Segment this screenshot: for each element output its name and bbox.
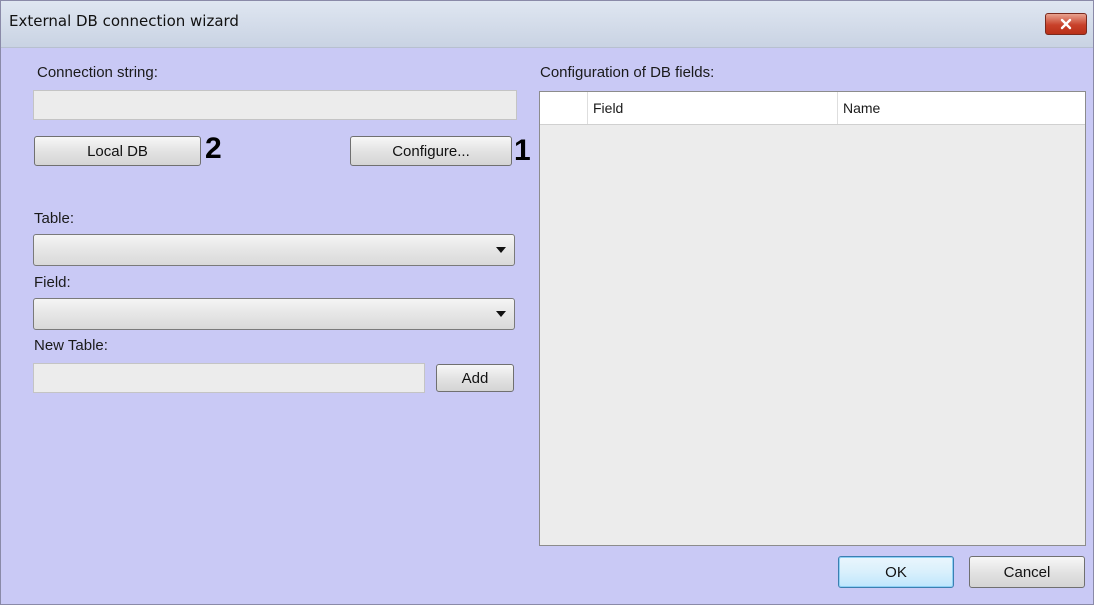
window-title: External DB connection wizard xyxy=(9,12,239,30)
grid-column-header-row-selector[interactable] xyxy=(540,92,588,124)
connection-string-label: Connection string: xyxy=(37,64,158,81)
new-table-label: New Table: xyxy=(34,337,108,354)
wizard-dialog: External DB connection wizard Connection… xyxy=(0,0,1094,605)
add-button[interactable]: Add xyxy=(436,364,514,392)
local-db-button[interactable]: Local DB xyxy=(34,136,201,166)
title-bar[interactable]: External DB connection wizard xyxy=(1,1,1093,48)
field-select[interactable] xyxy=(33,298,515,330)
connection-string-input[interactable] xyxy=(33,90,517,120)
chevron-down-icon xyxy=(496,311,506,317)
close-icon xyxy=(1060,18,1072,30)
grid-header: Field Name xyxy=(540,92,1085,125)
config-fields-label: Configuration of DB fields: xyxy=(540,64,715,81)
table-label: Table: xyxy=(34,210,75,227)
close-button[interactable] xyxy=(1045,13,1087,35)
db-fields-grid[interactable]: Field Name xyxy=(539,91,1086,546)
chevron-down-icon xyxy=(496,247,506,253)
annotation-marker-2: 2 xyxy=(205,132,222,165)
grid-column-header-field[interactable]: Field xyxy=(588,92,838,124)
table-select[interactable] xyxy=(33,234,515,266)
grid-column-header-name[interactable]: Name xyxy=(838,92,1085,124)
configure-button[interactable]: Configure... xyxy=(350,136,512,166)
annotation-marker-1: 1 xyxy=(514,134,531,167)
ok-button[interactable]: OK xyxy=(838,556,954,588)
new-table-input[interactable] xyxy=(33,363,425,393)
field-label: Field: xyxy=(34,274,71,291)
cancel-button[interactable]: Cancel xyxy=(969,556,1085,588)
